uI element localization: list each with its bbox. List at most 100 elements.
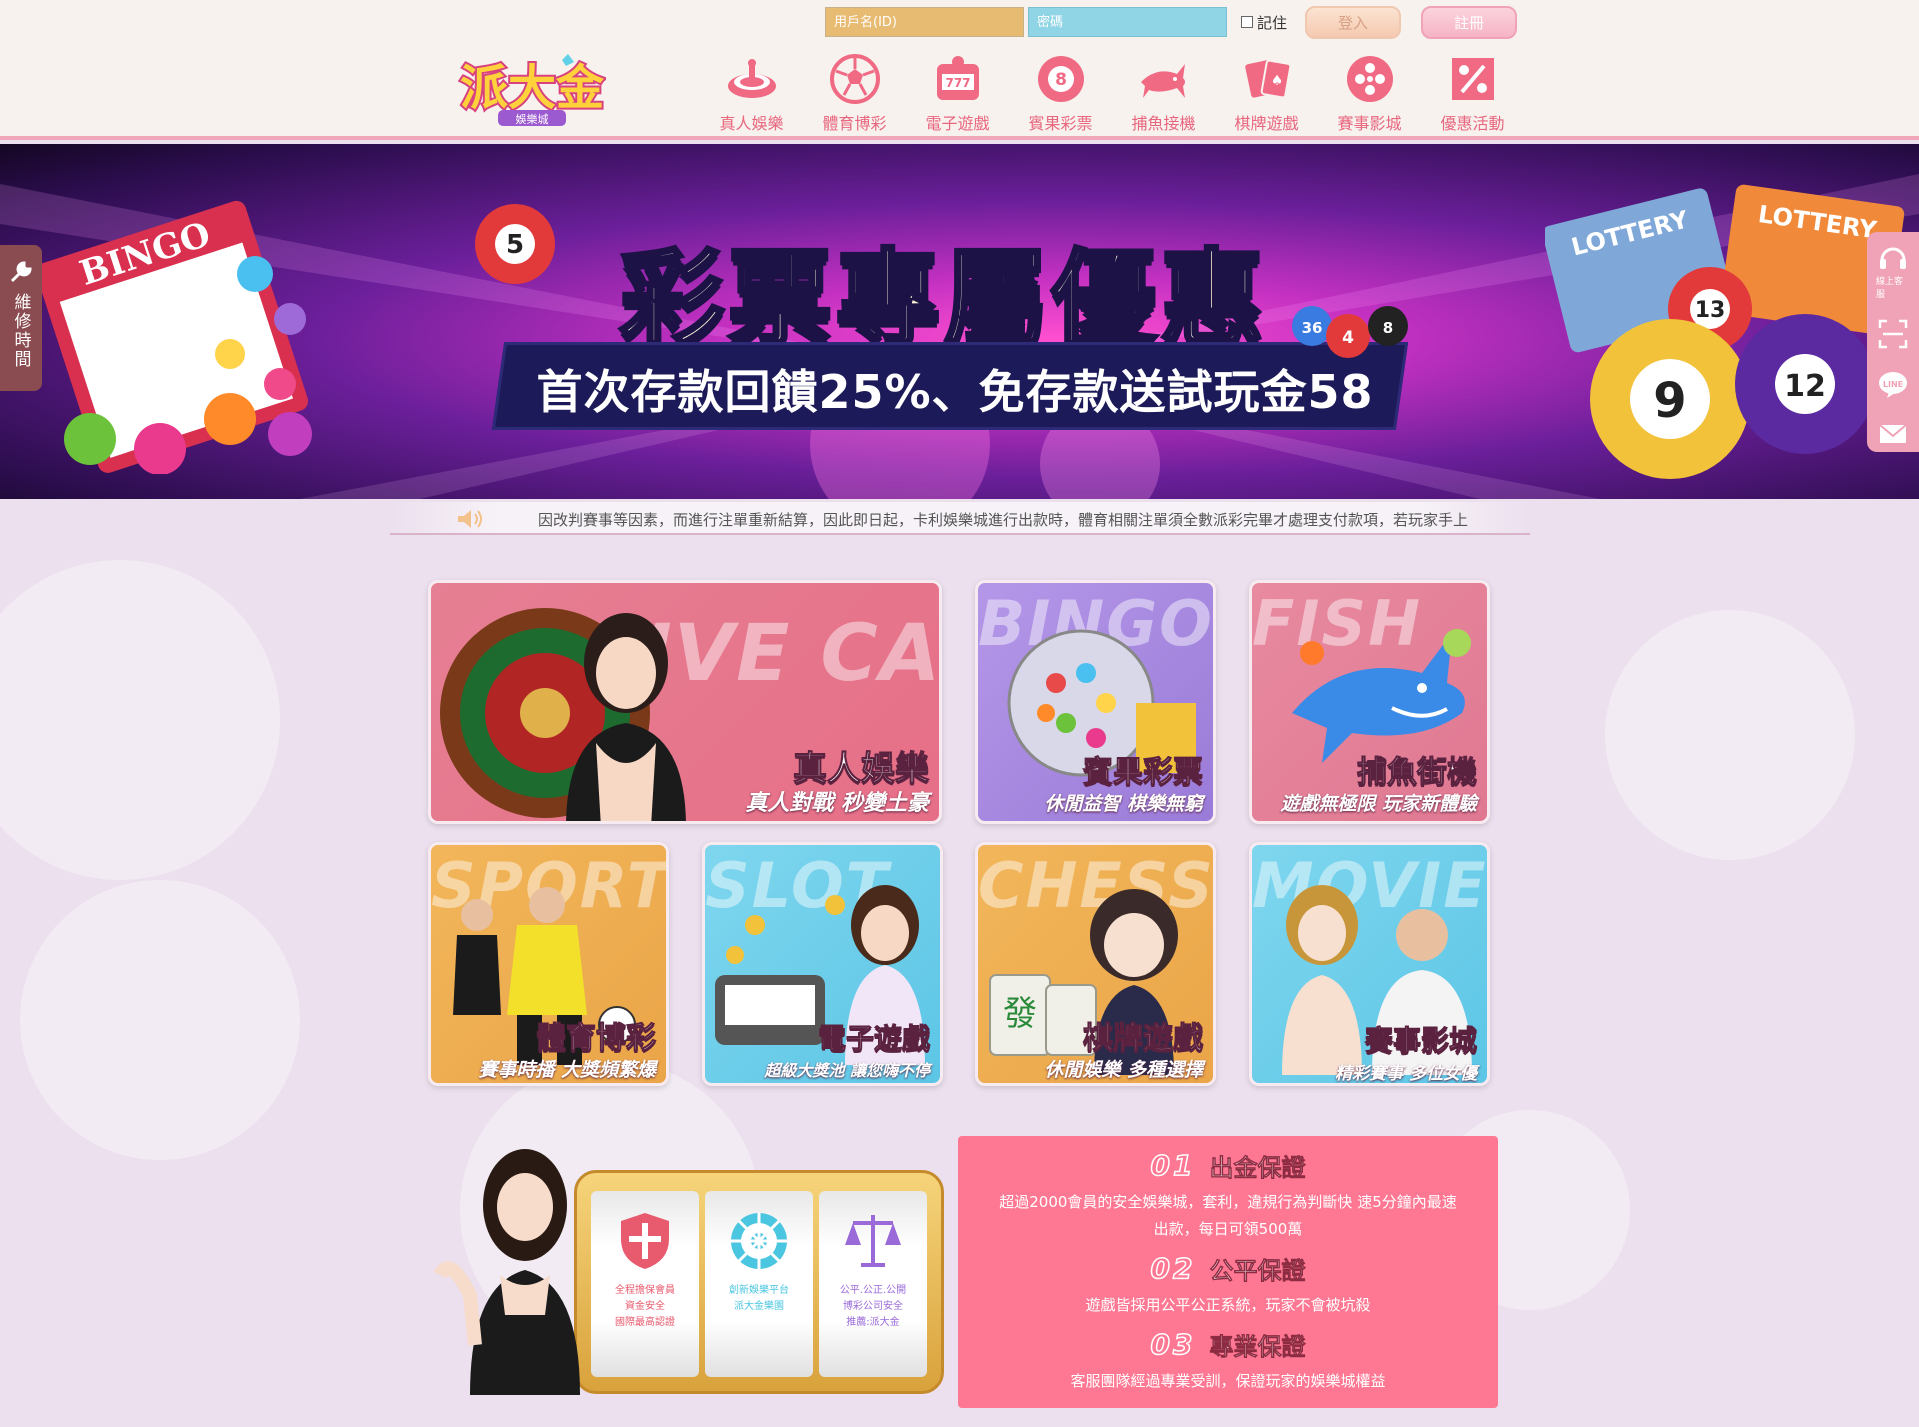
game-card-sports[interactable]: SPORT 體育博彩 賽事時播 大獎頻繁爆 (428, 842, 669, 1086)
lottery-tickets-illustration: LOTTERY LOTTERY 13 9 12 (1545, 184, 1905, 479)
card-subtitle: 遊戲無極限 玩家新體驗 (1280, 793, 1477, 815)
headset-icon (1880, 247, 1906, 269)
nav-label: 棋牌遊戲 (1234, 114, 1299, 133)
lottery-ball-icon: 8 (1034, 52, 1088, 106)
site-logo[interactable]: 派大金 娛樂城 (458, 52, 607, 134)
guarantee-desc: 遊戲皆採用公平公正系統，玩家不會被坑殺 (1085, 1296, 1371, 1314)
nav-item-cinema[interactable]: 賽事影城 (1318, 52, 1421, 134)
nav-item-promotions[interactable]: 優惠活動 (1421, 52, 1524, 134)
game-card-bingo[interactable]: BINGO 賓果彩票 休閒益智 棋樂無窮 (975, 580, 1216, 824)
guarantee-panel: 01 出金保證 超過2000會員的安全娛樂城，套利，違規行為判斷快 速5分鐘內最… (958, 1136, 1498, 1408)
svg-text:5: 5 (506, 230, 524, 260)
guarantee-number: 01 (1150, 1148, 1196, 1183)
register-button[interactable]: 註冊 (1421, 5, 1518, 39)
email-button[interactable] (1876, 418, 1910, 450)
slot-machine-frame: 全程擔保會員 資金安全 國際最高認證 創新娛樂平台 派大金樂園 公平.公正.公開… (574, 1170, 944, 1394)
lottery-ball-5: 5 (475, 204, 555, 284)
game-card-chess[interactable]: CHESS 發 棋牌遊戲 休閒娛樂 多種選擇 (975, 842, 1216, 1086)
shark-icon (1137, 52, 1191, 106)
scan-button[interactable] (1876, 318, 1910, 350)
nav-item-fishing[interactable]: 捕魚接機 (1112, 52, 1215, 134)
card-title: 捕魚街機 (1357, 755, 1478, 791)
background-bubble (20, 880, 300, 1160)
playing-cards-icon: ♠ (1240, 52, 1294, 106)
customer-service-button[interactable]: 線上客服 (1876, 242, 1910, 300)
customer-service-label: 線上客服 (1876, 277, 1904, 300)
slot-machine-icon: 777 (931, 52, 985, 106)
nav-item-lottery[interactable]: 8 賓果彩票 (1009, 52, 1112, 134)
soccer-ball-icon (828, 52, 882, 106)
guarantee-title: 公平保證 (1209, 1257, 1306, 1286)
guarantee-desc: 客服團隊經過專業受訓，保證玩家的娛樂城權益 (1070, 1372, 1386, 1390)
login-button[interactable]: 登入 (1305, 5, 1402, 39)
svg-text:發: 發 (1003, 994, 1037, 1034)
remember-label: 記住 (1257, 13, 1288, 32)
svg-text:♠: ♠ (1270, 73, 1283, 89)
maintenance-tab[interactable]: 維修時間 (0, 245, 42, 391)
reel-line: 公平.公正.公開 (839, 1285, 907, 1296)
line-button[interactable]: LINE (1876, 368, 1910, 400)
roulette-icon (725, 52, 779, 106)
guarantee-desc: 超過2000會員的安全娛樂城，套利，違規行為判斷快 速5分鐘內最速出款，每日可領… (999, 1193, 1457, 1238)
guarantee-heading: 03 專業保證 (958, 1327, 1498, 1362)
card-subtitle: 超級大獎池 讓您嗨不停 (764, 1061, 930, 1080)
nav-label: 優惠活動 (1440, 114, 1505, 133)
qr-scan-icon (1878, 319, 1908, 349)
remember-checkbox[interactable] (1241, 16, 1253, 28)
logo-text: 派大金 (460, 60, 605, 116)
reel-fairness: 公平.公正.公開 博彩公司安全 推薦:派大金 (819, 1191, 927, 1377)
remember-me[interactable]: 記住 (1241, 12, 1287, 33)
announcement-marquee: 因改判賽事等因素，而進行注單重新結算，因此即日起，卡利娛樂城進行出款時，體育相關… (390, 502, 1530, 535)
nav-item-cards[interactable]: ♠ 棋牌遊戲 (1215, 52, 1318, 134)
guarantee-number: 03 (1150, 1327, 1196, 1362)
reel-security: 全程擔保會員 資金安全 國際最高認證 (591, 1191, 699, 1377)
guarantee-heading: 01 出金保證 (958, 1148, 1498, 1183)
login-bar: 記住 登入 註冊 (825, 5, 1518, 39)
username-input[interactable] (825, 7, 1024, 37)
nav-item-sports[interactable]: 體育博彩 (803, 52, 906, 134)
svg-text:LINE: LINE (1883, 380, 1903, 389)
background-bubble (1605, 610, 1855, 860)
card-subtitle: 真人對戰 秒變土豪 (745, 791, 929, 816)
speaker-icon (458, 510, 482, 528)
reel-line: 創新娛樂平台 (729, 1285, 789, 1296)
wrench-icon (10, 261, 32, 283)
promo-banner[interactable]: BINGO 5 彩票專屬優惠 首次存款回饋25%、免存款送試玩金58 36 4 … (0, 144, 1919, 499)
small-balls: 36 4 8 (1292, 306, 1408, 358)
card-title: 賓果彩票 (1083, 755, 1204, 791)
wheel-icon (731, 1213, 787, 1269)
svg-text:4: 4 (1342, 328, 1354, 348)
nav-label: 真人娛樂 (719, 114, 784, 133)
nav-item-slots[interactable]: 777 電子遊戲 (906, 52, 1009, 134)
svg-text:777: 777 (945, 76, 970, 90)
card-title: 真人娛樂 (793, 749, 930, 790)
bingo-card-illustration: BINGO (36, 200, 312, 474)
guarantee-heading: 02 公平保證 (958, 1251, 1498, 1286)
marquee-text: 因改判賽事等因素，而進行注單重新結算，因此即日起，卡利娛樂城進行出款時，體育相關… (538, 511, 1469, 529)
password-input[interactable] (1028, 7, 1227, 37)
reel-line: 全程擔保會員 (615, 1285, 675, 1296)
reel-line: 國際最高認證 (615, 1317, 675, 1328)
game-card-live[interactable]: LIVE CASINO 真人娛樂 真人對戰 秒變土豪 (428, 580, 942, 824)
site-header: 記住 登入 註冊 派大金 娛樂城 真人娛樂 體育博彩 777 (0, 0, 1919, 140)
svg-text:13: 13 (1695, 298, 1726, 323)
dealer-figure (566, 613, 686, 821)
card-subtitle: 賽事時播 大獎頻繁爆 (478, 1059, 656, 1081)
scale-icon (845, 1215, 901, 1267)
svg-text:9: 9 (1653, 373, 1686, 429)
game-card-cinema[interactable]: MOVIE 賽事影城 精彩賽事 多位女優 (1249, 842, 1490, 1086)
nav-label: 賽事影城 (1337, 114, 1402, 133)
film-reel-icon (1343, 52, 1397, 106)
reel-line: 資金安全 (625, 1301, 665, 1312)
nav-item-live[interactable]: 真人娛樂 (700, 52, 803, 134)
game-card-fishing[interactable]: FISH 捕魚街機 遊戲無極限 玩家新體驗 (1249, 580, 1490, 824)
shield-icon (621, 1213, 669, 1269)
card-title: 電子遊戲 (817, 1022, 930, 1056)
reel-innovation: 創新娛樂平台 派大金樂園 (705, 1191, 813, 1377)
maintenance-label: 維修時間 (10, 293, 31, 369)
reel-line: 博彩公司安全 (842, 1301, 903, 1312)
nav-label: 賓果彩票 (1028, 114, 1093, 133)
line-icon: LINE (1879, 372, 1907, 398)
game-card-slots[interactable]: SLOT 電子遊戲 超級大獎池 讓您嗨不停 (702, 842, 943, 1086)
card-subtitle: 休閒益智 棋樂無窮 (1044, 793, 1203, 815)
